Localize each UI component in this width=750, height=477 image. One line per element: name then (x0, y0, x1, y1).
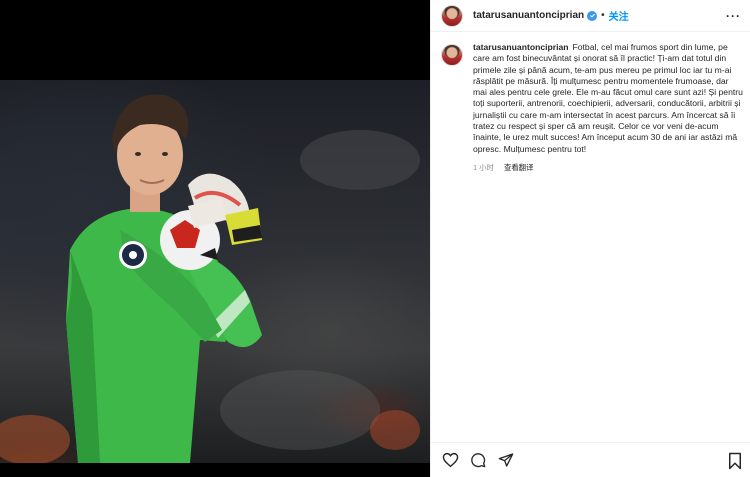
caption-text: Fotbal, cel mai frumos sport din lume, p… (473, 42, 743, 154)
post-caption: tatarusanuantonciprian Fotbal, cel mai fr… (441, 42, 747, 173)
author-username[interactable]: tatarusanuantonciprian (473, 10, 584, 21)
caption-meta: 1 小时 查看翻译 (473, 162, 743, 173)
caption-username[interactable]: tatarusanuantonciprian (473, 42, 569, 52)
post-media (0, 0, 430, 477)
caption-text-block: tatarusanuantonciprian Fotbal, cel mai fr… (473, 42, 743, 155)
see-translation-link[interactable]: 查看翻译 (504, 162, 534, 173)
follow-button[interactable]: 关注 (609, 8, 629, 23)
author-avatar[interactable] (441, 4, 463, 27)
separator-dot: • (601, 10, 605, 21)
post-details-panel: tatarusanuantonciprian • 关注 ··· tatarusa… (430, 0, 750, 477)
caption-body: tatarusanuantonciprian Fotbal, cel mai fr… (473, 42, 743, 173)
goalkeeper-photo (0, 94, 420, 463)
caption-author-avatar[interactable] (441, 44, 463, 66)
more-options-icon[interactable]: ··· (726, 9, 741, 23)
comment-icon[interactable] (469, 451, 487, 469)
post-header: tatarusanuantonciprian • 关注 ··· (431, 0, 750, 32)
post-photo (0, 80, 430, 463)
action-bar (431, 442, 750, 477)
bookmark-icon[interactable] (727, 452, 745, 470)
heart-icon[interactable] (441, 451, 459, 469)
post-timestamp[interactable]: 1 小时 (473, 162, 494, 173)
verified-badge-icon (587, 10, 598, 21)
paper-plane-icon[interactable] (497, 451, 515, 469)
